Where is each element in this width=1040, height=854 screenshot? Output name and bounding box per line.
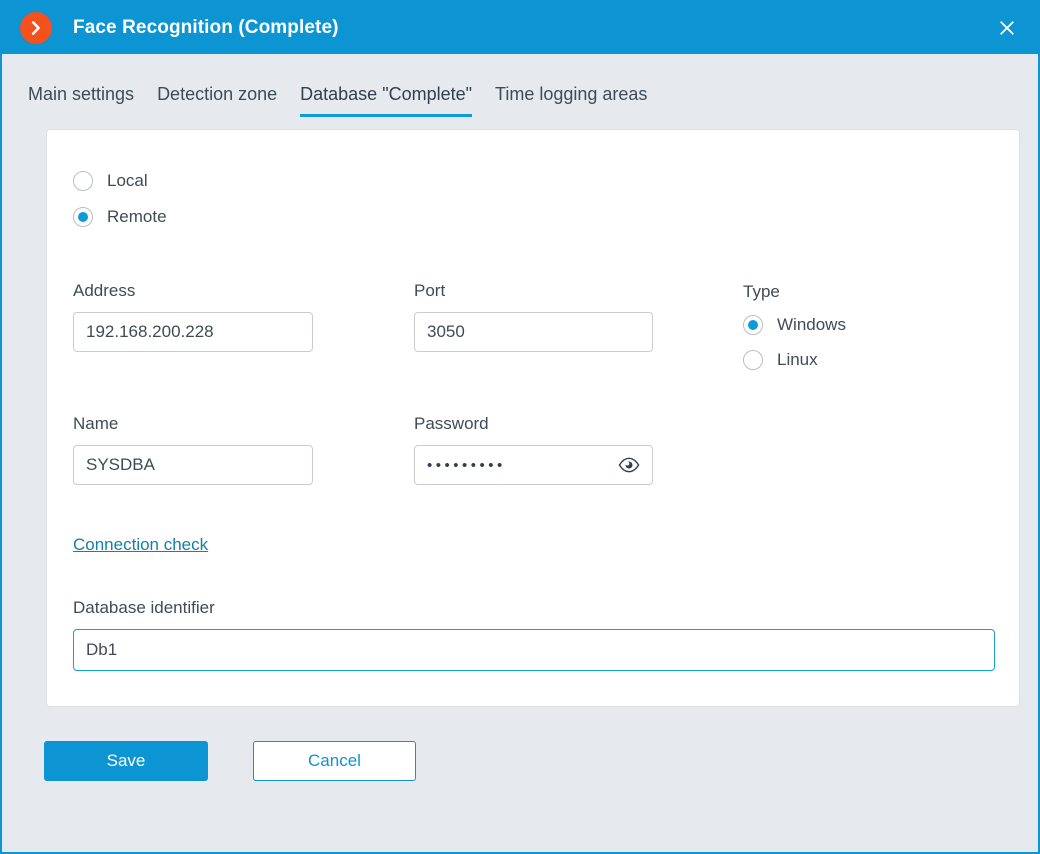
type-radio-group: Type Windows Linux	[743, 281, 846, 375]
radio-linux[interactable]: Linux	[743, 345, 818, 375]
radio-linux-label: Linux	[777, 350, 818, 369]
connection-check-link[interactable]: Connection check	[73, 535, 208, 555]
radio-local[interactable]: Local	[73, 166, 148, 196]
cancel-button[interactable]: Cancel	[253, 741, 416, 781]
address-input[interactable]: 192.168.200.228	[73, 312, 313, 352]
radio-windows-label: Windows	[777, 315, 846, 334]
port-input[interactable]: 3050	[414, 312, 653, 352]
close-button[interactable]	[976, 2, 1038, 54]
window-title: Face Recognition (Complete)	[73, 17, 339, 38]
radio-linux-indicator	[743, 350, 763, 370]
location-radio-group: Local Remote	[73, 166, 1019, 232]
radio-remote[interactable]: Remote	[73, 202, 167, 232]
name-input[interactable]: SYSDBA	[73, 445, 313, 485]
type-label: Type	[743, 282, 780, 301]
eye-icon[interactable]	[618, 457, 640, 473]
tab-time-logging-areas[interactable]: Time logging areas	[495, 84, 647, 117]
address-label: Address	[73, 281, 136, 300]
radio-remote-indicator	[73, 207, 93, 227]
password-input[interactable]: •••••••••	[414, 445, 653, 485]
radio-remote-label: Remote	[107, 207, 167, 226]
port-field-group: Port 3050	[414, 281, 653, 352]
tab-detection-zone[interactable]: Detection zone	[157, 84, 277, 117]
port-label: Port	[414, 281, 446, 300]
dialog-window: Face Recognition (Complete) Main setting…	[0, 0, 1040, 854]
title-bar: Face Recognition (Complete)	[2, 2, 1038, 54]
content-area: Local Remote Address 192.168.200.228 Por…	[2, 117, 1038, 707]
radio-local-indicator	[73, 171, 93, 191]
name-field-group: Name SYSDBA	[73, 414, 313, 485]
radio-local-label: Local	[107, 171, 148, 190]
app-logo-icon	[20, 12, 52, 44]
dialog-footer: Save Cancel	[2, 707, 1038, 781]
radio-windows[interactable]: Windows	[743, 310, 846, 340]
password-masked-value: •••••••••	[427, 456, 506, 474]
password-label: Password	[414, 414, 489, 433]
database-identifier-input[interactable]: Db1	[73, 629, 995, 671]
connection-fields-row: Address 192.168.200.228 Port 3050 Type W…	[73, 281, 1019, 375]
save-button[interactable]: Save	[44, 741, 208, 781]
database-identifier-group: Database identifier Db1	[73, 598, 1019, 671]
connection-check-row: Connection check	[73, 535, 1019, 555]
tab-database-complete[interactable]: Database "Complete"	[300, 84, 472, 117]
password-field-group: Password •••••••••	[414, 414, 653, 485]
radio-windows-indicator	[743, 315, 763, 335]
name-label: Name	[73, 414, 119, 433]
database-identifier-label: Database identifier	[73, 598, 215, 617]
credentials-fields-row: Name SYSDBA Password •••••••••	[73, 414, 1019, 485]
tab-bar: Main settings Detection zone Database "C…	[2, 54, 1038, 117]
database-settings-card: Local Remote Address 192.168.200.228 Por…	[46, 129, 1020, 707]
close-icon	[998, 19, 1016, 37]
address-field-group: Address 192.168.200.228	[73, 281, 313, 352]
tab-main-settings[interactable]: Main settings	[28, 84, 134, 117]
